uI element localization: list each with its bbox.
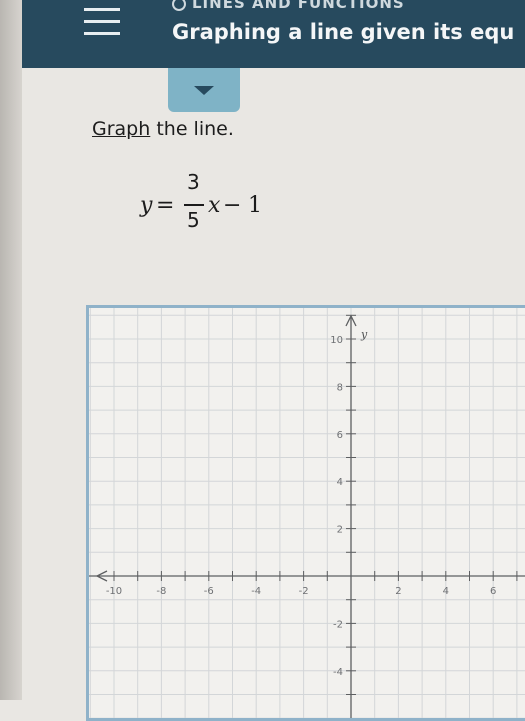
fraction-numerator: 3 <box>187 170 200 194</box>
y-tick-label: 2 <box>337 525 343 536</box>
equation-lhs: y <box>140 193 153 218</box>
y-tick-label: 10 <box>330 335 343 346</box>
x-tick-label: -10 <box>106 586 122 597</box>
coordinate-grid[interactable]: -10 -8 -6 -4 -2 2 4 6 10 8 6 4 2 -2 -4 y <box>89 308 525 718</box>
lesson-title: Graphing a line given its equ <box>172 20 515 44</box>
x-tick-label: -2 <box>299 586 309 597</box>
x-tick-label: -4 <box>251 586 261 597</box>
x-tick-label: -8 <box>156 586 166 597</box>
x-tick-label: 6 <box>490 586 496 597</box>
instruction-text: Graph the line. <box>92 118 234 140</box>
x-tick-label: 4 <box>443 586 449 597</box>
topic-progress-icon <box>172 0 186 11</box>
expand-dropdown-button[interactable] <box>168 68 240 112</box>
instruction-rest: the line. <box>150 118 234 140</box>
graph-help-link[interactable]: Graph <box>92 118 150 140</box>
equation-operator: − <box>223 193 242 218</box>
graph-area[interactable]: -10 -8 -6 -4 -2 2 4 6 10 8 6 4 2 -2 -4 y <box>86 305 525 721</box>
topic-row: LINES AND FUNCTIONS <box>172 0 405 14</box>
equation-constant: 1 <box>248 193 262 218</box>
fraction-denominator: 5 <box>187 208 200 232</box>
fraction-bar <box>184 204 204 206</box>
y-tick-label: -4 <box>333 667 343 678</box>
y-axis-label: y <box>360 328 368 341</box>
hamburger-menu-icon[interactable] <box>72 2 132 46</box>
y-tick-label: 6 <box>337 430 343 441</box>
chevron-down-icon <box>194 86 214 95</box>
left-edge <box>0 0 22 700</box>
x-tick-label: -6 <box>204 586 214 597</box>
y-tick-label: -2 <box>333 619 343 630</box>
equation-equals: = <box>156 193 175 218</box>
top-header: LINES AND FUNCTIONS Graphing a line give… <box>22 0 525 68</box>
topic-label: LINES AND FUNCTIONS <box>192 0 405 12</box>
x-tick-label: 2 <box>395 586 401 597</box>
y-tick-label: 4 <box>337 477 343 488</box>
y-tick-label: 8 <box>337 382 343 393</box>
equation-variable: x <box>208 193 221 218</box>
